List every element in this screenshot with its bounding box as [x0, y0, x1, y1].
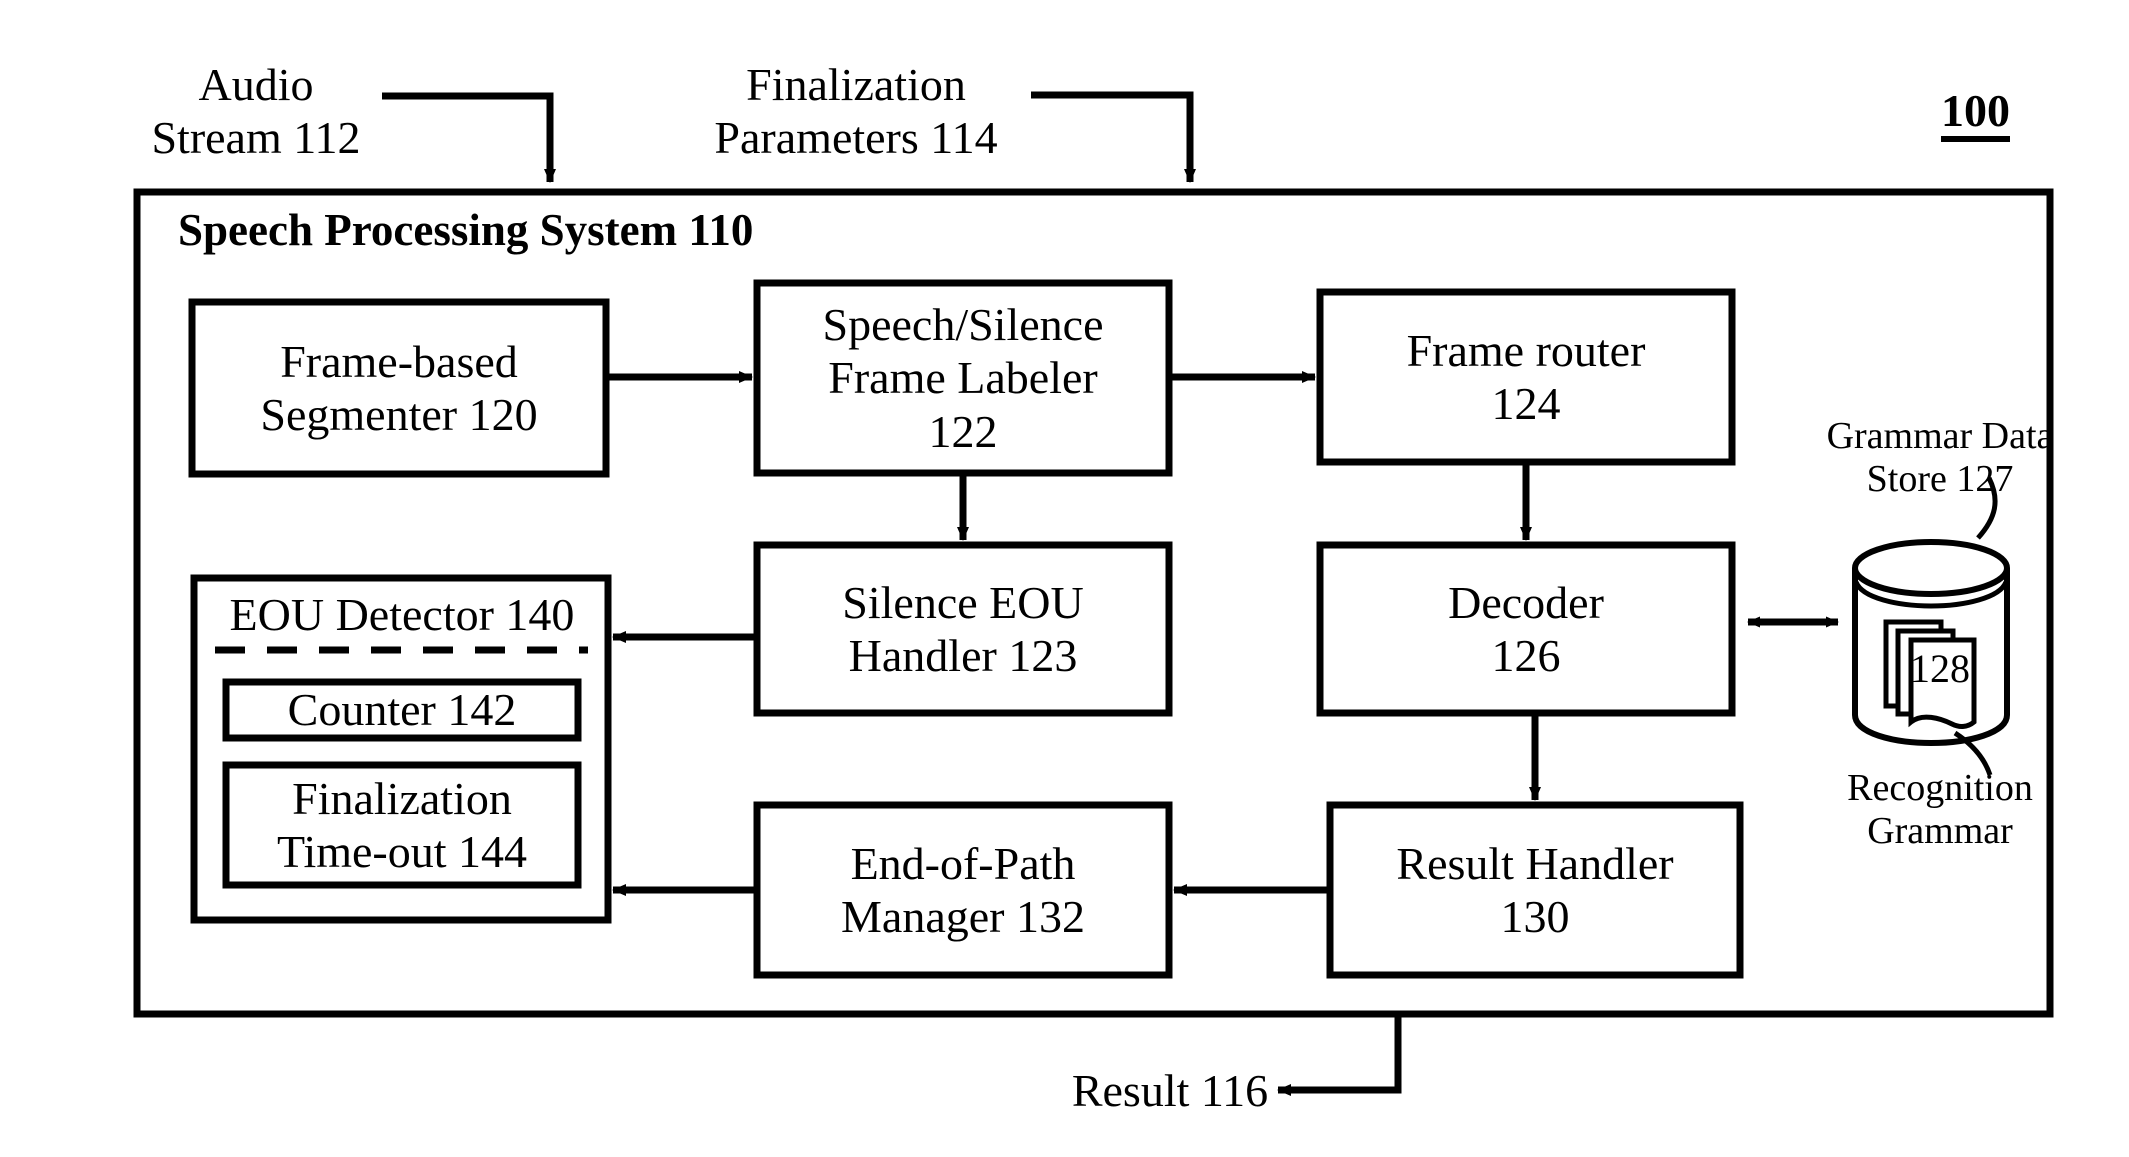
speech-silence-frame-labeler-label: Speech/Silence Frame Labeler 122 [822, 298, 1104, 457]
grammar-data-store-title: Grammar Data Store 127 [1826, 415, 2054, 501]
audio-stream-arrow [382, 92, 556, 183]
finalization-timeout-label: Finalization Time-out 144 [276, 772, 528, 877]
frame-based-segmenter-label: Frame-based Segmenter 120 [260, 335, 538, 440]
audio-stream-label: Audio Stream 112 [151, 59, 361, 164]
system-title: Speech Processing System 110 [178, 205, 754, 255]
finalization-parameters-arrow [1031, 91, 1196, 183]
eou-detector-label: EOU Detector 140 [229, 589, 575, 641]
result-handler-label: Result Handler 130 [1396, 837, 1674, 942]
decoder-label: Decoder 126 [1448, 576, 1604, 681]
recognition-grammar-caption: Recognition Grammar [1847, 767, 2033, 853]
grammar-item-number: 128 [1910, 646, 1970, 691]
frame-router-label: Frame router 124 [1406, 324, 1646, 429]
patent-figure-canvas: 100 Speech Processing System 110 Audio S… [0, 0, 2129, 1157]
result-label: Result 116 [1071, 1065, 1269, 1116]
database-cylinder-icon [1852, 476, 2010, 776]
silence-eou-handler-label: Silence EOU Handler 123 [842, 576, 1084, 681]
counter-label: Counter 142 [287, 684, 517, 736]
result-output-arrow [1277, 1014, 1402, 1096]
finalization-parameters-label: Finalization Parameters 114 [714, 59, 998, 164]
end-of-path-manager-label: End-of-Path Manager 132 [841, 837, 1085, 942]
figure-number: 100 [1941, 88, 2010, 142]
